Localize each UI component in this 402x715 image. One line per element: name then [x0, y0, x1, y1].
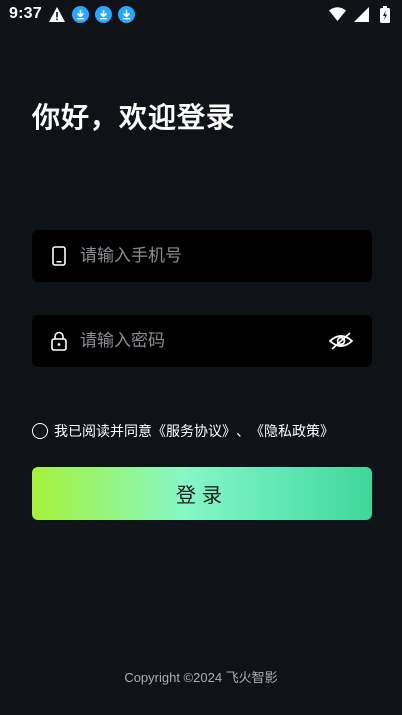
warning-icon [48, 5, 66, 23]
password-field[interactable] [32, 315, 372, 367]
service-agreement-link[interactable]: 《服务协议》 [152, 421, 236, 441]
signal-icon [352, 5, 370, 23]
lock-icon [50, 330, 68, 352]
phone-icon [50, 245, 68, 267]
download-icon [71, 5, 89, 23]
agreement-row: 我已阅读并同意 《服务协议》 、 《隐私政策》 [32, 421, 334, 441]
status-time: 9:37 [9, 5, 42, 22]
login-button[interactable]: 登录 [32, 467, 372, 520]
page-title: 你好，欢迎登录 [32, 101, 236, 134]
battery-icon [376, 5, 394, 23]
status-bar-left: 9:37 [9, 5, 135, 23]
phone-input[interactable] [80, 246, 354, 266]
agreement-checkbox[interactable] [32, 423, 48, 439]
phone-field[interactable] [32, 230, 372, 282]
download-icon [117, 5, 135, 23]
copyright-text: Copyright ©2024 飞火智影 [124, 670, 278, 685]
status-bar-right [328, 5, 394, 23]
password-input[interactable] [80, 331, 328, 351]
wifi-icon [328, 5, 346, 23]
privacy-policy-link[interactable]: 《隐私政策》 [250, 421, 334, 441]
agreement-separator: 、 [236, 424, 250, 440]
eye-off-icon[interactable] [328, 330, 354, 352]
status-bar: 9:37 [0, 0, 402, 28]
agreement-text: 我已阅读并同意 [54, 424, 152, 440]
download-icon [94, 5, 112, 23]
